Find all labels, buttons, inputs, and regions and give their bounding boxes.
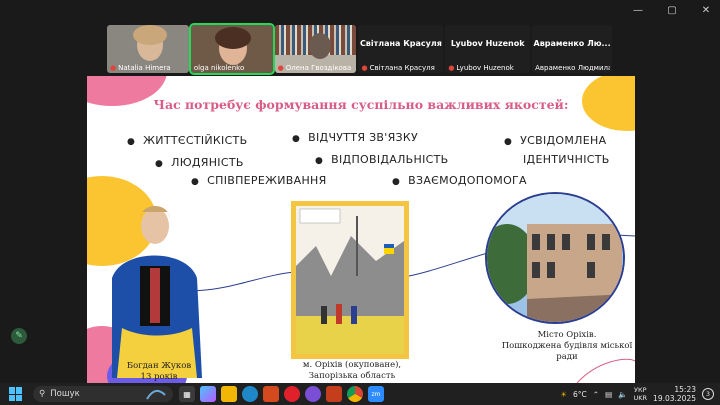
building-photo <box>485 192 625 324</box>
zoom-meeting-screen: — ▢ ✕ ● Natalia Himera olga nikolenko ● Ол… <box>0 0 720 405</box>
drawing-image <box>296 206 404 354</box>
language-indicator[interactable]: УКР UKR <box>634 386 648 402</box>
bullet-item: ● УСВІДОМЛЕНА <box>504 134 607 147</box>
participant-name: olga nikolenko <box>193 64 245 72</box>
taskbar-pinned-apps: ▦ zm <box>179 386 384 402</box>
child-drawing <box>291 201 409 359</box>
participant-name: ● Natalia Himera <box>110 64 171 72</box>
participant-tile[interactable]: olga nikolenko <box>188 23 275 75</box>
search-label: Пошук <box>50 389 80 399</box>
bullet-dot-icon: ● <box>127 137 136 147</box>
volume-icon[interactable]: 🔈 <box>618 390 627 399</box>
mic-muted-icon: ● <box>277 64 284 72</box>
participant-hair <box>214 27 251 49</box>
bullet-dot-icon: ● <box>392 177 401 187</box>
boy-photo <box>102 188 207 378</box>
bullet-dot-icon: ● <box>191 177 200 187</box>
participant-display-name: Світлана Красуля <box>359 39 442 48</box>
bullet-item: ● СПІВПЕРЕЖИВАННЯ <box>191 174 327 187</box>
participant-tile[interactable]: Lyubov Huzenok ● Lyubov Huzenok <box>445 25 531 73</box>
building-caption-line2: Пошкоджена будівля міської ради <box>501 341 633 362</box>
damaged-building-image <box>487 194 623 322</box>
edge-icon[interactable] <box>242 386 258 402</box>
participant-name: ● Світлана Красуля <box>361 64 435 72</box>
person-age: 13 років <box>140 372 178 382</box>
bullet-dot-icon: ● <box>292 134 301 144</box>
search-highlight-bird-icon <box>146 389 166 400</box>
drawing-caption-line1: м. Оріхів (окуповане), <box>302 360 402 370</box>
window-controls: — ▢ ✕ <box>632 4 712 16</box>
maximize-icon[interactable]: ▢ <box>666 4 678 16</box>
close-icon[interactable]: ✕ <box>700 4 712 16</box>
drawing-caption: м. Оріхів (окуповане), Запорізька област… <box>287 360 417 382</box>
building-caption-line1: Місто Оріхів. <box>537 330 597 340</box>
participant-tile[interactable]: Авраменко Лю... Авраменко Людмила <box>532 25 612 73</box>
person-name: Богдан Жуков <box>126 361 192 371</box>
participant-name: Авраменко Людмила <box>535 64 610 72</box>
chevron-up-icon[interactable]: ⌃ <box>593 390 599 399</box>
participant-tile[interactable]: Світлана Красуля ● Світлана Красуля <box>358 25 444 73</box>
windows-taskbar: ⚲ Пошук ▦ zm ☀ 6°C ⌃ ▤ 🔈 УКР UKR 15:23 1… <box>0 383 720 405</box>
file-explorer-icon[interactable] <box>221 386 237 402</box>
participant-hair <box>133 25 167 45</box>
system-tray: ☀ 6°C ⌃ ▤ 🔈 УКР UKR 15:23 19.03.2025 3 <box>560 383 714 405</box>
slide-title: Час потребує формування суспільно важлив… <box>153 97 569 112</box>
bullet-item: ● ВЗАЄМОДОПОМОГА <box>392 174 527 187</box>
bullet-dot-icon: ● <box>315 156 324 166</box>
mic-muted-icon: ● <box>361 64 368 72</box>
chrome-icon[interactable] <box>347 386 363 402</box>
shared-slide: Час потребує формування суспільно важлив… <box>87 76 635 383</box>
copilot-icon[interactable] <box>200 386 216 402</box>
person-caption: Богдан Жуков 13 років <box>109 361 209 383</box>
bullet-item: ● ВІДПОВІДАЛЬНІСТЬ <box>315 153 449 166</box>
participant-tile[interactable]: ● Олена Гвоздікова <box>274 25 357 73</box>
mic-muted-icon: ● <box>110 64 117 72</box>
bullet-dot-icon: ● <box>155 159 164 169</box>
zoom-icon[interactable]: zm <box>368 386 384 402</box>
taskbar-search[interactable]: ⚲ Пошук <box>33 386 173 402</box>
bullet-item: ● ЖИТТЄСТІЙКІСТЬ <box>127 134 248 147</box>
search-icon: ⚲ <box>39 389 46 399</box>
clock-date: 19.03.2025 <box>653 394 696 403</box>
viber-icon[interactable] <box>305 386 321 402</box>
minimize-icon[interactable]: — <box>632 4 644 16</box>
participant-tile[interactable]: ● Natalia Himera <box>107 25 189 73</box>
participant-name: ● Lyubov Huzenok <box>448 64 514 72</box>
participant-video <box>308 33 331 59</box>
participant-name: ● Олена Гвоздікова <box>277 64 352 72</box>
drawing-caption-line2: Запорізька область <box>308 371 396 381</box>
notification-badge[interactable]: 3 <box>702 388 714 400</box>
participant-display-name: Lyubov Huzenok <box>450 39 525 48</box>
bullet-item: ІДЕНТИЧНІСТЬ <box>523 153 610 166</box>
task-view-icon[interactable]: ▦ <box>179 386 195 402</box>
weather-icon: ☀ <box>560 389 567 399</box>
office-icon[interactable] <box>263 386 279 402</box>
opera-icon[interactable] <box>284 386 300 402</box>
bullet-dot-icon: ● <box>504 137 513 147</box>
clock-time: 15:23 <box>674 385 696 394</box>
powerpoint-icon[interactable] <box>326 386 342 402</box>
mic-muted-icon: ● <box>448 64 455 72</box>
bullet-item: ● ВІДЧУТТЯ ЗВ'ЯЗКУ <box>292 131 418 144</box>
participant-display-name: Авраменко Лю... <box>533 39 611 48</box>
annotate-pen-icon[interactable]: ✎ <box>11 328 27 344</box>
bullet-item: ● ЛЮДЯНІСТЬ <box>155 156 244 169</box>
windows-start-icon[interactable] <box>9 387 23 401</box>
participant-gallery: ● Natalia Himera olga nikolenko ● Олена Гв… <box>107 23 612 75</box>
building-caption: Місто Оріхів. Пошкоджена будівля міської… <box>492 330 635 363</box>
boy-with-flag-image <box>112 206 202 378</box>
clock[interactable]: 15:23 19.03.2025 <box>653 385 696 403</box>
network-icon[interactable]: ▤ <box>605 390 612 399</box>
weather-temp[interactable]: 6°C <box>573 390 587 399</box>
